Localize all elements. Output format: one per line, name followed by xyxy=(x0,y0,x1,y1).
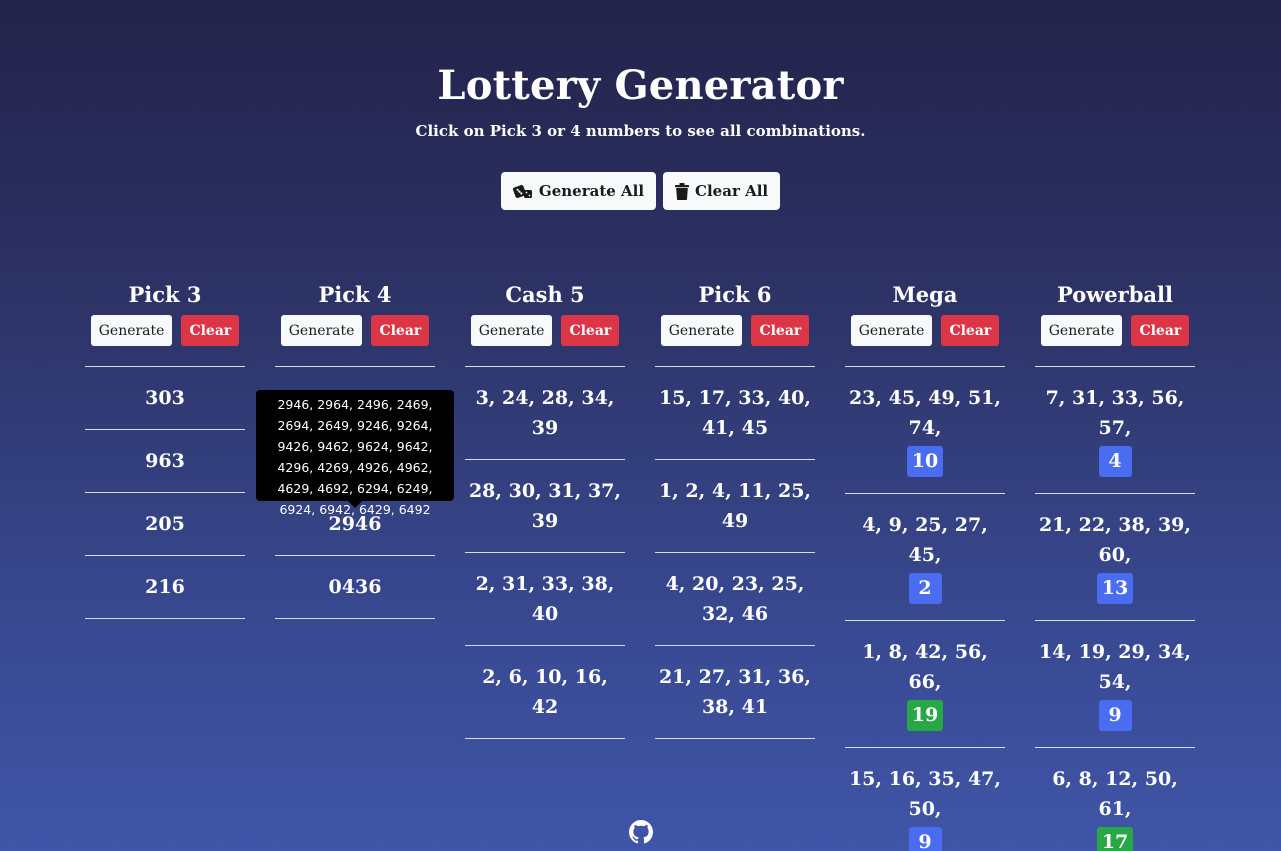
result-row: 21, 22, 38, 39, 60, 13 xyxy=(1035,494,1195,621)
trash-icon xyxy=(675,182,690,200)
combinations-tooltip: 2946, 2964, 2496, 2469, 2694, 2649, 9246… xyxy=(256,390,454,517)
result-numbers: 6, 8, 12, 50, 61, xyxy=(1052,768,1178,820)
column-title: Powerball xyxy=(1057,282,1173,307)
results-list: 23, 45, 49, 51, 74, 10 4, 9, 25, 27, 45,… xyxy=(845,366,1005,851)
power-ball: 4 xyxy=(1098,446,1132,477)
result-numbers: 14, 19, 29, 34, 54, xyxy=(1038,641,1192,693)
mega-ball: 2 xyxy=(908,573,942,604)
dice-icon xyxy=(512,182,533,200)
result-row[interactable]: 303 xyxy=(85,367,245,430)
result-row: 7, 31, 33, 56, 57, 4 xyxy=(1035,367,1195,494)
column-title: Pick 6 xyxy=(698,282,772,307)
result-row[interactable]: 205 xyxy=(85,493,245,556)
result-numbers: 21, 22, 38, 39, 60, xyxy=(1038,514,1192,566)
clear-button[interactable]: Clear xyxy=(1131,315,1190,346)
generate-button[interactable]: Generate xyxy=(470,315,553,346)
column-cash5: Cash 5 Generate Clear 3, 24, 28, 34, 39 … xyxy=(465,280,625,851)
result-numbers: 15, 16, 35, 47, 50, xyxy=(848,768,1002,820)
clear-button[interactable]: Clear xyxy=(941,315,1000,346)
result-row: 23, 45, 49, 51, 74, 10 xyxy=(845,367,1005,494)
result-row[interactable]: 0436 xyxy=(275,556,435,619)
column-title: Pick 4 xyxy=(318,282,392,307)
column-actions: Generate Clear xyxy=(85,315,245,346)
clear-button[interactable]: Clear xyxy=(751,315,810,346)
power-ball: 13 xyxy=(1096,573,1134,604)
result-numbers: 1, 8, 42, 56, 66, xyxy=(862,641,988,693)
tooltip-text: 2946, 2964, 2496, 2469, 2694, 2649, 9246… xyxy=(277,397,433,517)
page-title: Lottery Generator xyxy=(437,62,844,109)
clear-all-button[interactable]: Clear All xyxy=(663,172,781,210)
clear-button[interactable]: Clear xyxy=(561,315,620,346)
result-numbers: 7, 31, 33, 56, 57, xyxy=(1045,387,1185,439)
result-row: 2, 31, 33, 38, 40 xyxy=(465,553,625,646)
mega-ball: 10 xyxy=(906,446,944,477)
column-pick4: Pick 4 Generate Clear 9629 0924 2946 043… xyxy=(275,280,435,851)
clear-all-label: Clear All xyxy=(695,182,769,200)
generate-all-label: Generate All xyxy=(538,182,645,200)
results-list: 15, 17, 33, 40, 41, 45 1, 2, 4, 11, 25, … xyxy=(655,366,815,739)
results-list: 3, 24, 28, 34, 39 28, 30, 31, 37, 39 2, … xyxy=(465,366,625,739)
result-row: 15, 17, 33, 40, 41, 45 xyxy=(655,367,815,460)
generate-button[interactable]: Generate xyxy=(660,315,743,346)
generate-button[interactable]: Generate xyxy=(90,315,173,346)
result-numbers: 4, 9, 25, 27, 45, xyxy=(862,514,988,566)
result-row: 14, 19, 29, 34, 54, 9 xyxy=(1035,621,1195,748)
page-subtitle: Click on Pick 3 or 4 numbers to see all … xyxy=(415,122,866,140)
global-actions: Generate All Clear All xyxy=(0,172,1281,210)
result-numbers: 23, 45, 49, 51, 74, xyxy=(848,387,1002,439)
clear-button[interactable]: Clear xyxy=(181,315,240,346)
result-row[interactable]: 963 xyxy=(85,430,245,493)
footer xyxy=(0,820,1281,848)
tooltip-arrow xyxy=(348,501,362,508)
github-icon[interactable] xyxy=(628,820,653,848)
results-list: 7, 31, 33, 56, 57, 4 21, 22, 38, 39, 60,… xyxy=(1035,366,1195,851)
column-actions: Generate Clear xyxy=(1035,315,1195,346)
result-row[interactable]: 216 xyxy=(85,556,245,619)
result-row: 4, 20, 23, 25, 32, 46 xyxy=(655,553,815,646)
column-title: Cash 5 xyxy=(505,282,585,307)
column-actions: Generate Clear xyxy=(465,315,625,346)
column-pick6: Pick 6 Generate Clear 15, 17, 33, 40, 41… xyxy=(655,280,815,851)
power-ball: 9 xyxy=(1098,700,1132,731)
result-row: 1, 2, 4, 11, 25, 49 xyxy=(655,460,815,553)
result-row: 28, 30, 31, 37, 39 xyxy=(465,460,625,553)
column-title: Mega xyxy=(892,282,958,307)
column-pick3: Pick 3 Generate Clear 303 963 205 216 xyxy=(85,280,245,851)
result-row: 4, 9, 25, 27, 45, 2 xyxy=(845,494,1005,621)
column-actions: Generate Clear xyxy=(655,315,815,346)
column-powerball: Powerball Generate Clear 7, 31, 33, 56, … xyxy=(1035,280,1195,851)
result-row: 3, 24, 28, 34, 39 xyxy=(465,367,625,460)
generate-button[interactable]: Generate xyxy=(1040,315,1123,346)
clear-button[interactable]: Clear xyxy=(371,315,430,346)
generate-all-button[interactable]: Generate All xyxy=(500,172,657,210)
column-actions: Generate Clear xyxy=(275,315,435,346)
result-row: 1, 8, 42, 56, 66, 19 xyxy=(845,621,1005,748)
column-title: Pick 3 xyxy=(128,282,202,307)
lottery-columns: Pick 3 Generate Clear 303 963 205 216 Pi… xyxy=(85,280,1195,851)
mega-ball: 19 xyxy=(906,700,944,731)
column-actions: Generate Clear xyxy=(845,315,1005,346)
results-list: 303 963 205 216 xyxy=(85,366,245,619)
column-mega: Mega Generate Clear 23, 45, 49, 51, 74, … xyxy=(845,280,1005,851)
result-row: 2, 6, 10, 16, 42 xyxy=(465,646,625,739)
generate-button[interactable]: Generate xyxy=(850,315,933,346)
generate-button[interactable]: Generate xyxy=(280,315,363,346)
result-row: 21, 27, 31, 36, 38, 41 xyxy=(655,646,815,739)
